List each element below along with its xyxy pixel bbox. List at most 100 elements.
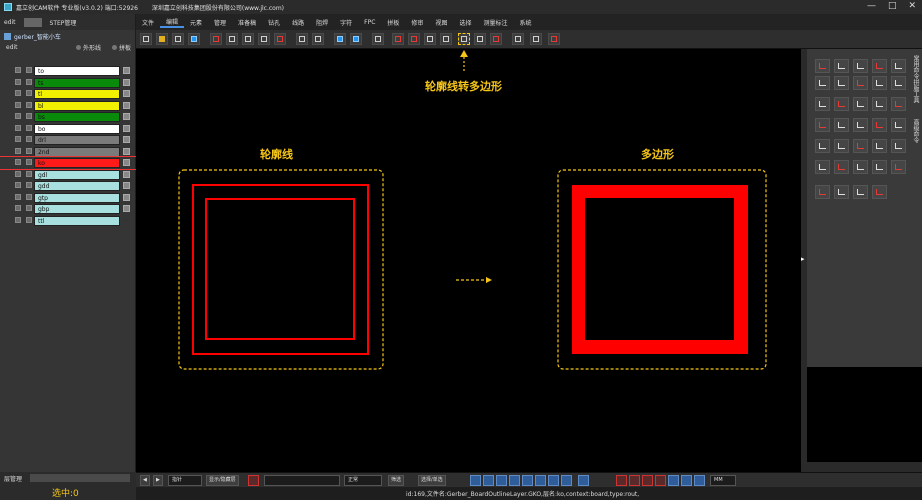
layer-lock-icon[interactable] [123,78,130,86]
command-button[interactable] [853,97,868,111]
layer-name[interactable]: to [34,66,120,76]
tool-button[interactable] [424,33,436,45]
layer-visible-checkbox[interactable] [15,124,21,131]
tool-button[interactable] [188,33,200,45]
tool-button[interactable] [440,33,452,45]
command-button[interactable] [891,118,906,132]
tool-button[interactable] [474,33,486,45]
layer-row[interactable]: gbp [0,203,136,215]
layer-affected-checkbox[interactable] [26,67,32,73]
layer-row[interactable]: bs [0,111,136,123]
tool-button[interactable] [172,33,184,45]
command-button[interactable] [853,118,868,132]
layer-row[interactable]: drl [0,134,136,146]
layer-row[interactable]: gdd [0,180,136,192]
layer-visible-checkbox[interactable] [15,170,21,177]
layer-name[interactable]: tl [34,89,120,99]
command-button[interactable] [853,160,868,174]
command-button[interactable] [815,97,830,111]
grid-icon[interactable] [578,475,589,486]
preview-scrollbar[interactable] [807,462,922,472]
menu-prepare[interactable]: 准备稿 [232,18,262,27]
layer-row[interactable]: gdl [0,169,136,181]
step-row[interactable]: edit 外形线 拼板 [0,42,135,52]
layer-affected-checkbox[interactable] [26,78,32,85]
layer-lock-icon[interactable] [123,147,130,155]
layer-row[interactable]: 2nd [0,146,136,158]
layer-affected-checkbox[interactable] [26,216,32,223]
layer-row[interactable]: bo [0,123,136,135]
snap-point-icon[interactable] [629,475,640,486]
layer-name[interactable]: bo [34,123,120,134]
tool-button[interactable] [312,33,324,45]
menu-manage[interactable]: 管理 [208,18,232,27]
menu-measure[interactable]: 测量标注 [477,18,513,27]
command-button[interactable] [853,59,868,73]
menu-silkscreen[interactable]: 字符 [334,18,358,27]
layer-visible-checkbox[interactable] [15,67,21,73]
command-button[interactable] [815,160,830,174]
layer-affected-checkbox[interactable] [26,101,32,108]
pad-tool-icon[interactable] [522,475,533,486]
tool-button[interactable] [392,33,404,45]
layer-lock-icon[interactable] [123,124,130,132]
menu-select[interactable]: 选择 [453,18,477,27]
layer-visible-checkbox[interactable] [15,136,21,142]
fill-tool-icon[interactable] [535,475,546,486]
menu-fpc[interactable]: FPC [358,19,381,26]
command-button[interactable] [872,160,887,174]
command-button[interactable] [891,160,906,174]
drawing-canvas[interactable]: 轮廓线转多边形 轮廓线 多边形 [136,49,801,472]
snap-line-icon[interactable] [616,475,627,486]
layer-lock-icon[interactable] [123,193,130,201]
command-button[interactable] [891,76,906,90]
layer-visible-checkbox[interactable] [15,216,21,223]
layer-lock-icon[interactable] [123,90,130,97]
layer-visible-checkbox[interactable] [15,182,21,188]
minimize-button[interactable]: — [867,2,876,11]
layer-affected-checkbox[interactable] [26,193,32,200]
outline-to-polygon-button[interactable] [458,33,470,45]
layer-name[interactable]: ko [34,158,120,168]
crosshair-icon[interactable] [681,475,692,486]
command-button[interactable] [834,139,849,153]
command-button[interactable] [834,118,849,132]
tool-button[interactable] [140,33,152,45]
filter-button[interactable]: 筛选 [388,475,405,486]
layer-manager-button[interactable]: 层管理 [4,474,22,483]
layer-lock-icon[interactable]: ⊙ [123,216,130,224]
common-commands-label[interactable]: 常用命令 [911,55,920,79]
layer-visible-checkbox[interactable] [15,113,21,119]
layer-row[interactable]: ko [0,156,137,170]
tool-button[interactable] [490,33,502,45]
menu-panel[interactable]: 拼板 [381,18,405,27]
command-button[interactable] [872,139,887,153]
show-hide-layers-button[interactable]: 显示/隐藏层 [206,475,239,486]
layer-row[interactable]: gtp [0,192,136,204]
command-button[interactable] [834,185,849,199]
tool-button[interactable] [242,33,254,45]
layer-name[interactable]: 2nd [34,146,120,157]
snap-center-icon[interactable] [642,475,653,486]
layer-affected-checkbox[interactable] [26,136,32,142]
ruler-icon[interactable] [694,475,705,486]
maximize-button[interactable]: □ [888,2,897,11]
next-button[interactable]: ▶ [153,475,163,486]
tool-button[interactable] [226,33,238,45]
layer-lock-icon[interactable] [123,136,130,143]
layer-name[interactable]: drl [34,135,120,145]
layer-row[interactable]: to [0,65,136,77]
command-button[interactable] [834,160,849,174]
menu-view[interactable]: 视图 [429,18,453,27]
layer-affected-checkbox[interactable] [26,90,32,96]
layer-visible-checkbox[interactable] [15,90,21,96]
select-frame-icon[interactable] [248,475,259,486]
layer-affected-checkbox[interactable] [26,170,32,177]
select-filter-button[interactable]: 选择/单选 [418,475,446,486]
command-button[interactable] [872,185,887,199]
menu-system[interactable]: 系统 [513,18,537,27]
menu-trace[interactable]: 线路 [286,18,310,27]
line-tool-icon[interactable] [470,475,481,486]
command-button[interactable] [891,59,906,73]
tool-button[interactable] [372,33,384,45]
